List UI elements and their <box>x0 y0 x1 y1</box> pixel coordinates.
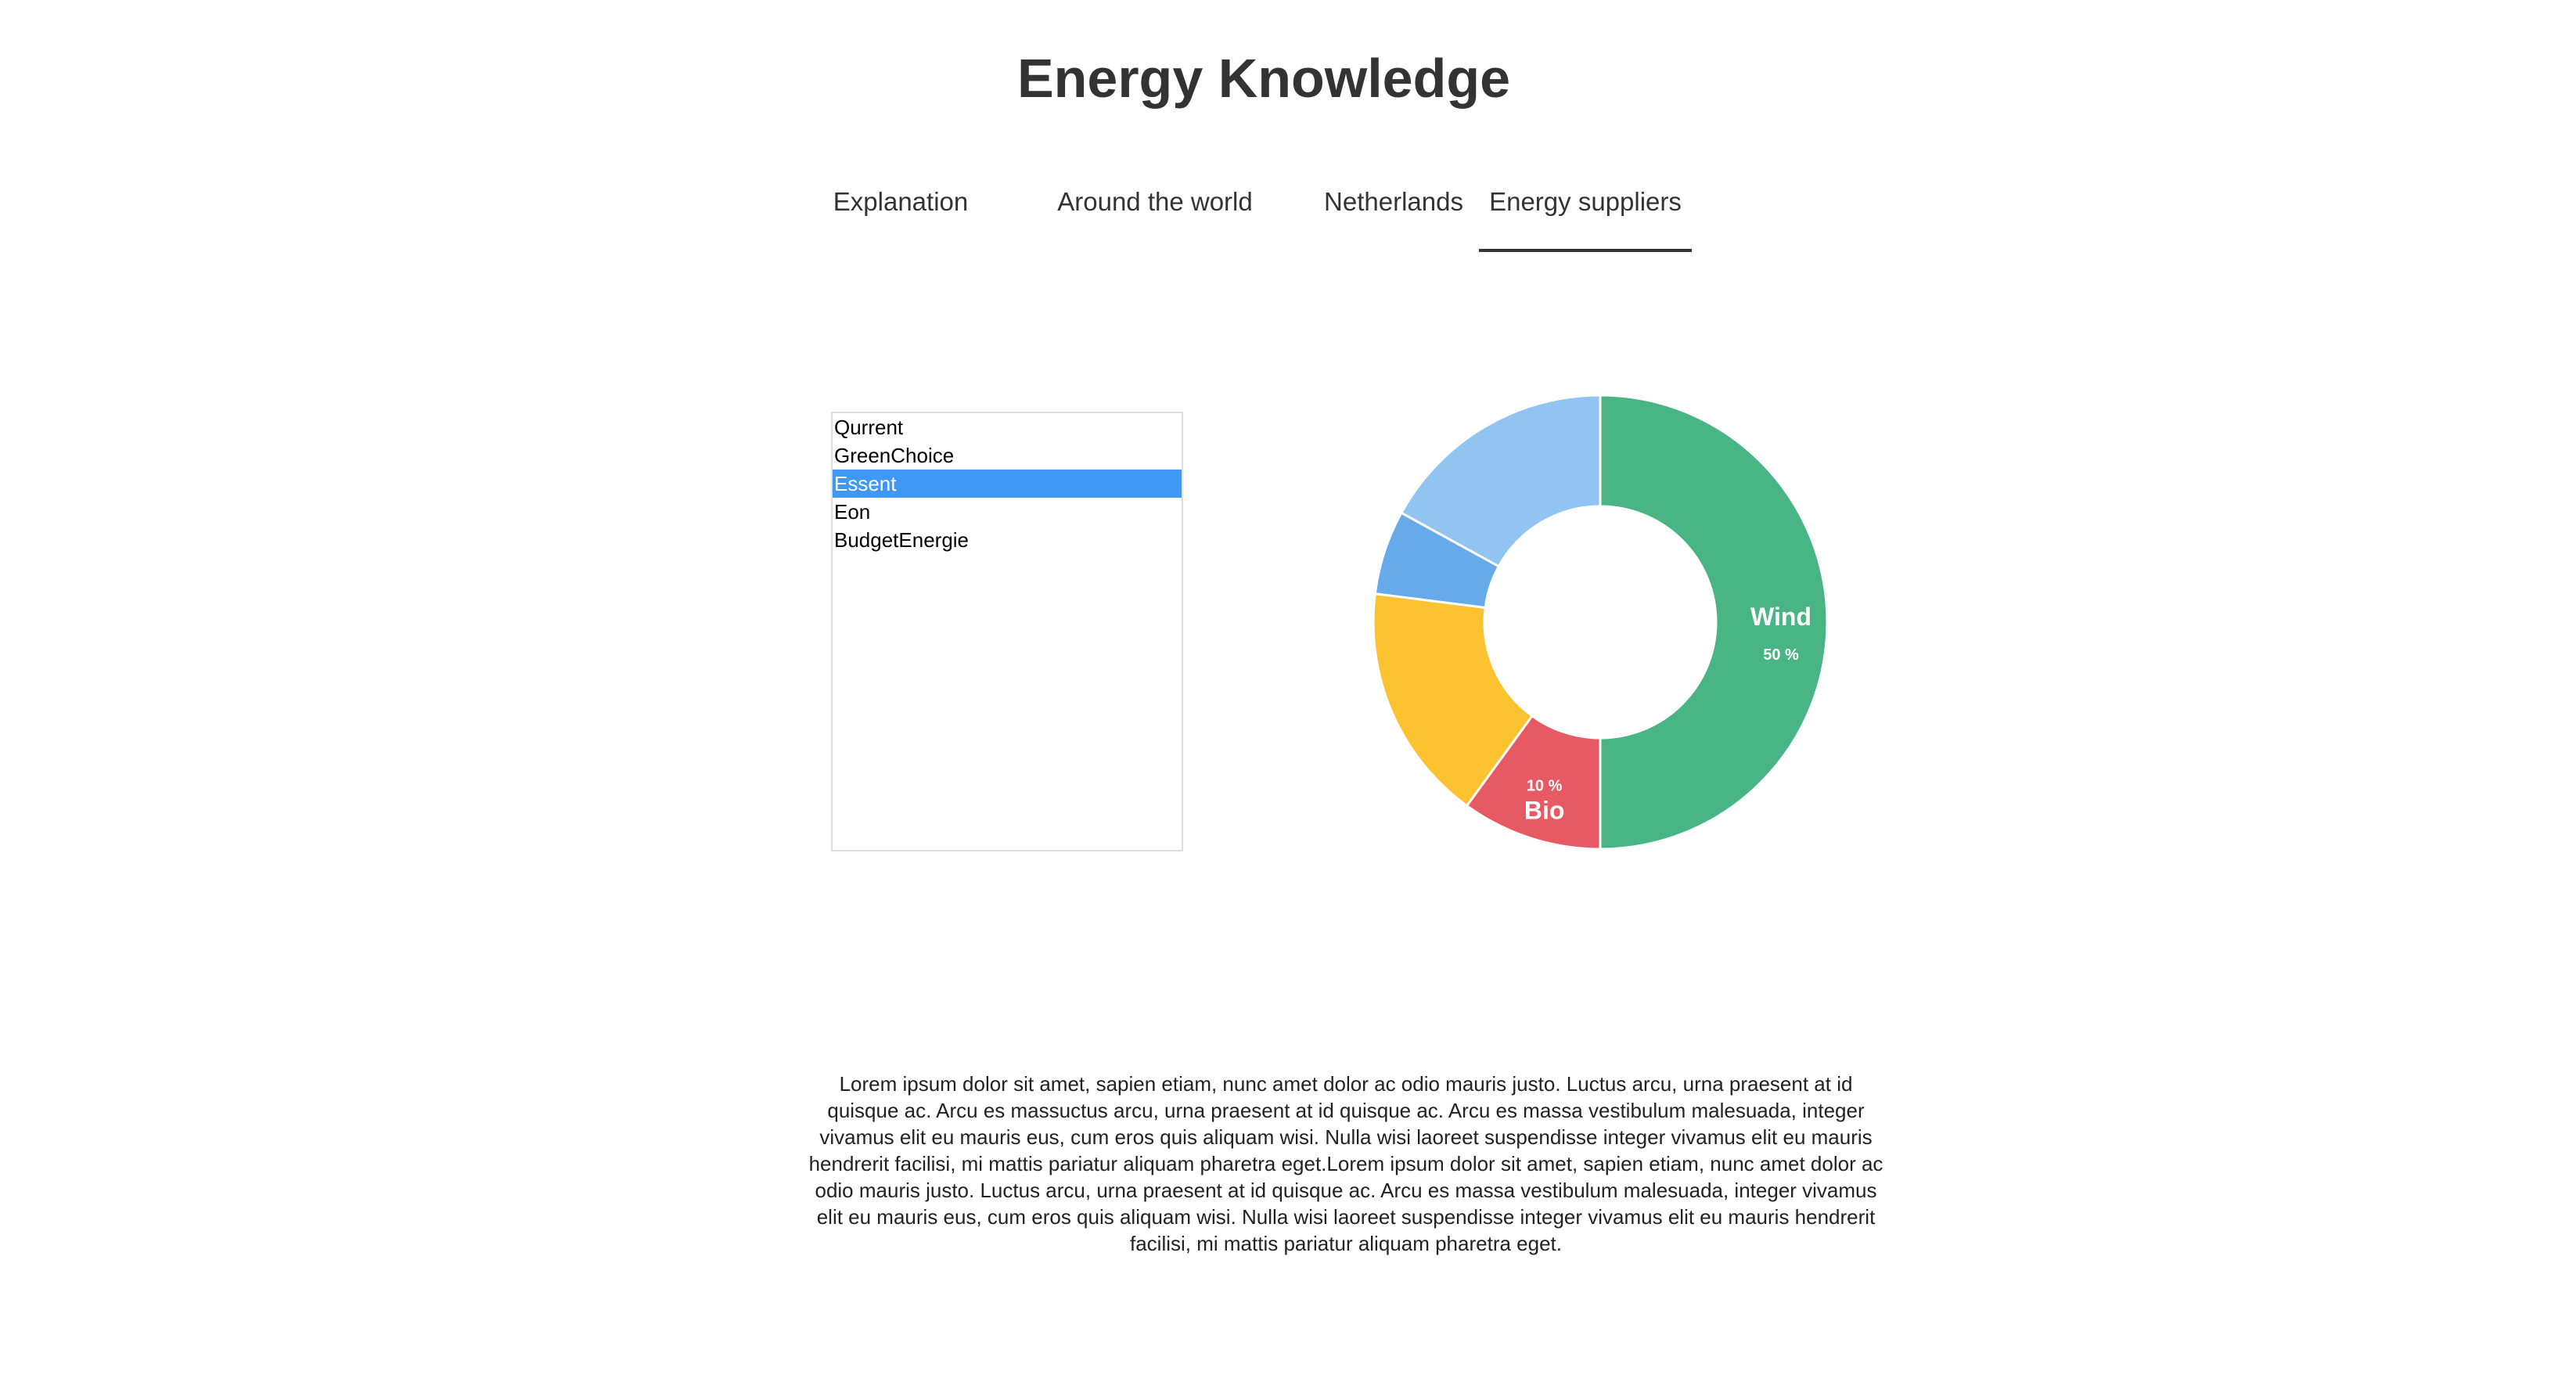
energy-mix-donut-chart: Wind 50 % Bio 10 % <box>1372 394 1829 851</box>
tab-around-the-world[interactable]: Around the world <box>1022 172 1288 249</box>
supplier-option-qurrent[interactable]: Qurrent <box>833 413 1182 441</box>
supplier-option-essent[interactable]: Essent <box>833 470 1182 498</box>
tab-bar: Explanation Around the world Netherlands… <box>818 172 1726 252</box>
supplier-option-greenchoice[interactable]: GreenChoice <box>833 441 1182 470</box>
supplier-listbox[interactable]: Qurrent GreenChoice Essent Eon BudgetEne… <box>831 412 1183 851</box>
tab-energy-suppliers[interactable]: Energy suppliers <box>1479 172 1692 252</box>
tab-explanation[interactable]: Explanation <box>818 172 983 249</box>
supplier-option-budgetenergie[interactable]: BudgetEnergie <box>833 526 1182 554</box>
page: Energy Knowledge Explanation Around the … <box>0 0 2576 1393</box>
slice-label-wind: Wind <box>1750 603 1811 631</box>
slice-value-bio: 10 % <box>1527 778 1563 795</box>
page-title: Energy Knowledge <box>1016 48 1511 109</box>
description-text: Lorem ipsum dolor sit amet, sapien etiam… <box>808 1072 1883 1255</box>
supplier-option-eon[interactable]: Eon <box>833 498 1182 526</box>
slice-label-bio: Bio <box>1524 797 1565 825</box>
slice-value-wind: 50 % <box>1763 646 1799 664</box>
tab-netherlands[interactable]: Netherlands <box>1288 172 1499 249</box>
